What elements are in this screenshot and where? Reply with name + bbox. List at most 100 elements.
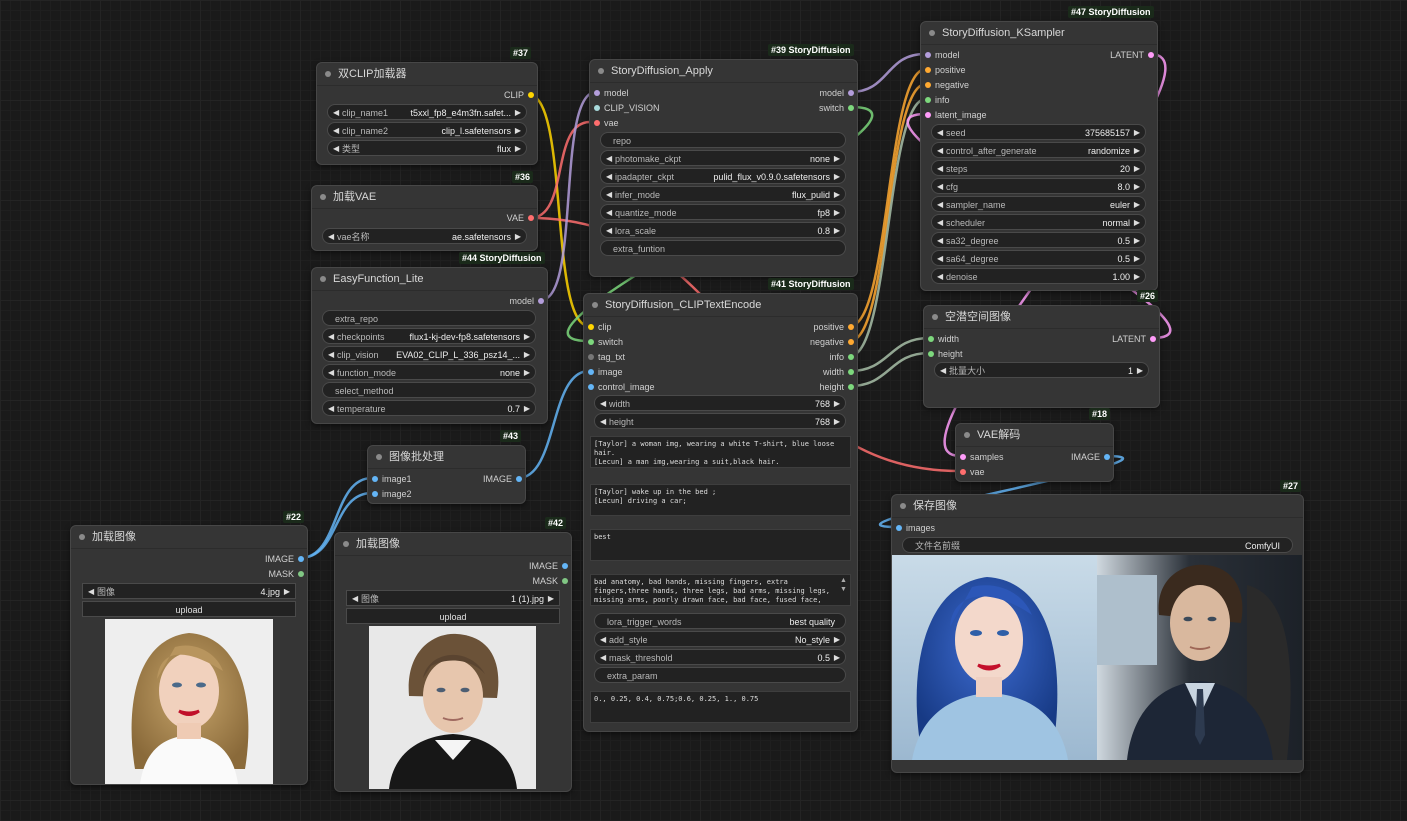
output-port-dot-icon[interactable] (848, 105, 854, 111)
image-batch-node[interactable]: 图像批处理 image1 image2 IMAGE (367, 445, 526, 504)
widget-cfg[interactable]: ◀ cfg 8.0 ▶ (931, 178, 1146, 194)
upload-button[interactable]: upload (346, 608, 560, 624)
arrow-left-icon[interactable]: ◀ (352, 591, 358, 605)
arrow-left-icon[interactable]: ◀ (600, 414, 606, 428)
arrow-right-icon[interactable]: ▶ (515, 105, 521, 119)
arrow-left-icon[interactable]: ◀ (606, 223, 612, 237)
input-clip-vision[interactable]: CLIP_VISION (590, 101, 660, 115)
input-port-dot-icon[interactable] (594, 105, 600, 111)
arrow-left-icon[interactable]: ◀ (600, 632, 606, 646)
arrow-left-icon[interactable]: ◀ (333, 123, 339, 137)
arrow-right-icon[interactable]: ▶ (524, 401, 530, 415)
arrow-right-icon[interactable]: ▶ (548, 591, 554, 605)
arrow-left-icon[interactable]: ◀ (328, 329, 334, 343)
widget-scheduler[interactable]: ◀ scheduler normal ▶ (931, 214, 1146, 230)
input-port-dot-icon[interactable] (588, 339, 594, 345)
input-model[interactable]: model (921, 48, 960, 62)
input-port-dot-icon[interactable] (960, 454, 966, 460)
arrow-right-icon[interactable]: ▶ (524, 329, 530, 343)
storydiffusion-apply-node[interactable]: StoryDiffusion_Apply model CLIP_VISION v… (589, 59, 858, 277)
input-port-dot-icon[interactable] (960, 469, 966, 475)
input-port-dot-icon[interactable] (925, 112, 931, 118)
output-info[interactable]: info (829, 350, 857, 364)
collapse-dot-icon[interactable] (929, 30, 935, 36)
output-port-dot-icon[interactable] (528, 92, 534, 98)
output-port-dot-icon[interactable] (848, 90, 854, 96)
style-prompt-textarea[interactable]: best (590, 529, 851, 561)
arrow-right-icon[interactable]: ▶ (834, 151, 840, 165)
input-clip[interactable]: clip (584, 320, 612, 334)
input-port-dot-icon[interactable] (594, 120, 600, 126)
collapse-dot-icon[interactable] (932, 314, 938, 320)
arrow-left-icon[interactable]: ◀ (606, 187, 612, 201)
scene-prompt-textarea[interactable]: [Taylor] wake up in the bed ; [Lecun] dr… (590, 484, 851, 516)
output-image[interactable]: IMAGE (483, 472, 525, 486)
widget-sa64-degree[interactable]: ◀ sa64_degree 0.5 ▶ (931, 250, 1146, 266)
output-port-dot-icon[interactable] (848, 324, 854, 330)
input-port-dot-icon[interactable] (925, 52, 931, 58)
input-port-dot-icon[interactable] (928, 351, 934, 357)
number-widget-mask-threshold[interactable]: ◀ mask_threshold 0.5 ▶ (594, 649, 846, 665)
output-port-dot-icon[interactable] (562, 563, 568, 569)
node-title-bar[interactable]: 图像批处理 (368, 446, 525, 469)
output-vae[interactable]: VAE (507, 211, 537, 225)
arrow-right-icon[interactable]: ▶ (284, 584, 290, 598)
negative-prompt-textarea[interactable]: bad anatomy, bad hands, missing fingers,… (590, 574, 851, 606)
widget-sa32-degree[interactable]: ◀ sa32_degree 0.5 ▶ (931, 232, 1146, 248)
input-image2[interactable]: image2 (368, 487, 412, 501)
save-image-node[interactable]: 保存图像 images 文件名前缀 ComfyUI (891, 494, 1304, 773)
arrow-right-icon[interactable]: ▶ (515, 229, 521, 243)
output-image[interactable]: IMAGE (529, 559, 571, 573)
text-widget-extra-repo[interactable]: extra_repo (322, 310, 536, 326)
arrow-left-icon[interactable]: ◀ (606, 151, 612, 165)
empty-latent-image-node[interactable]: 空潜空间图像 width height LATENT ◀ 批量大小 1 ▶ (923, 305, 1160, 408)
input-port-dot-icon[interactable] (588, 324, 594, 330)
input-tag-txt[interactable]: tag_txt (584, 350, 625, 364)
combo-widget-add-style[interactable]: ◀ add_style No_style ▶ (594, 631, 846, 647)
combo-widget-ipadapter-ckpt[interactable]: ◀ ipadapter_ckpt pulid_flux_v0.9.0.safeten… (600, 168, 846, 184)
output-port-dot-icon[interactable] (562, 578, 568, 584)
arrow-left-icon[interactable]: ◀ (937, 143, 943, 157)
input-port-dot-icon[interactable] (925, 67, 931, 73)
input-port-dot-icon[interactable] (588, 369, 594, 375)
arrow-right-icon[interactable]: ▶ (834, 632, 840, 646)
number-widget-temperature[interactable]: ◀ temperature 0.7 ▶ (322, 400, 536, 416)
input-images[interactable]: images (892, 521, 935, 535)
output-latent[interactable]: LATENT (1110, 48, 1157, 62)
output-image[interactable]: IMAGE (265, 552, 307, 566)
arrow-right-icon[interactable]: ▶ (834, 187, 840, 201)
arrow-right-icon[interactable]: ▶ (834, 414, 840, 428)
collapse-dot-icon[interactable] (325, 71, 331, 77)
arrow-right-icon[interactable]: ▶ (1134, 197, 1140, 211)
arrow-left-icon[interactable]: ◀ (937, 269, 943, 283)
node-title-bar[interactable]: 空潜空间图像 (924, 306, 1159, 329)
load-image-node-2[interactable]: 加载图像 IMAGE MASK ◀ 图像 1 (1).jpg ▶ upload (334, 532, 572, 792)
node-title-bar[interactable]: EasyFunction_Lite (312, 268, 547, 291)
input-control-image[interactable]: control_image (584, 380, 655, 394)
input-vae[interactable]: vae (590, 116, 619, 130)
output-clip[interactable]: CLIP (504, 88, 537, 102)
input-switch[interactable]: switch (584, 335, 623, 349)
storydiffusion-ksampler-node[interactable]: StoryDiffusion_KSampler model positive n… (920, 21, 1158, 291)
widget-denoise[interactable]: ◀ denoise 1.00 ▶ (931, 268, 1146, 284)
output-port-dot-icon[interactable] (298, 556, 304, 562)
collapse-dot-icon[interactable] (592, 302, 598, 308)
arrow-right-icon[interactable]: ▶ (1137, 363, 1143, 377)
arrow-right-icon[interactable]: ▶ (1134, 161, 1140, 175)
output-port-dot-icon[interactable] (848, 369, 854, 375)
node-title-bar[interactable]: 保存图像 (892, 495, 1303, 518)
scroll-arrows-icon[interactable]: ▲ ▼ (840, 576, 847, 594)
arrow-left-icon[interactable]: ◀ (606, 205, 612, 219)
output-port-dot-icon[interactable] (1150, 336, 1156, 342)
node-title-bar[interactable]: 加载图像 (335, 533, 571, 556)
node-title-bar[interactable]: StoryDiffusion_Apply (590, 60, 857, 83)
text-widget-extra-param[interactable]: extra_param (594, 667, 846, 683)
output-height[interactable]: height (819, 380, 857, 394)
arrow-left-icon[interactable]: ◀ (606, 169, 612, 183)
arrow-right-icon[interactable]: ▶ (1134, 125, 1140, 139)
collapse-dot-icon[interactable] (320, 276, 326, 282)
combo-widget-image[interactable]: ◀ 图像 4.jpg ▶ (82, 583, 296, 599)
easy-function-lite-node[interactable]: EasyFunction_Lite model extra_repo ◀ chec… (311, 267, 548, 424)
arrow-left-icon[interactable]: ◀ (937, 125, 943, 139)
input-samples[interactable]: samples (956, 450, 1004, 464)
